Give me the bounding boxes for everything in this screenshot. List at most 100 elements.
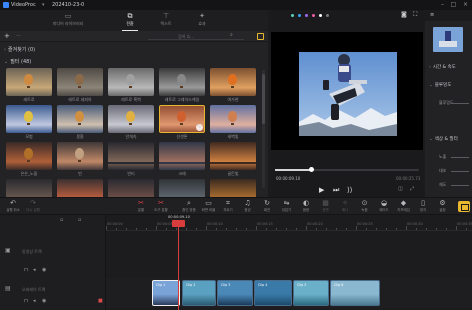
- minimize-button[interactable]: –: [438, 1, 447, 9]
- filter-tile[interactable]: [6, 105, 52, 133]
- filter-tile[interactable]: [6, 68, 52, 96]
- settings-button[interactable]: ⚙ 설정: [432, 199, 454, 213]
- skip-forward-button[interactable]: ⟩⟩: [347, 186, 352, 194]
- redo-icon: ↷: [30, 199, 36, 207]
- video-preview[interactable]: [271, 32, 423, 150]
- filter-tile[interactable]: [108, 105, 154, 133]
- color-dot-icon[interactable]: [326, 14, 329, 17]
- visibility-icon[interactable]: ◉: [42, 298, 46, 304]
- favorites-section[interactable]: › 즐겨찾기 (0): [4, 46, 35, 53]
- split-button[interactable]: ✂ 분할: [130, 199, 152, 213]
- undo-button[interactable]: ↶ 실행 취소: [2, 199, 24, 213]
- section-color-filter[interactable]: ⌄ 색상 & 필터: [429, 136, 458, 142]
- color-dot-icon[interactable]: [319, 14, 322, 17]
- visibility-icon[interactable]: ◉: [42, 267, 46, 273]
- tab-media-library[interactable]: ▭ 미디어 라이브러리: [50, 12, 86, 30]
- color-dot-icon[interactable]: [291, 14, 294, 17]
- filter-tile[interactable]: [57, 68, 103, 96]
- filter-tile[interactable]: ♡: [159, 105, 205, 133]
- section-time-speed[interactable]: › 시간 & 속도: [429, 64, 456, 70]
- chevron-down-icon: ⌄: [429, 83, 433, 88]
- camera-icon[interactable]: ◙: [401, 11, 407, 18]
- filter-tile[interactable]: [159, 68, 205, 96]
- folder-icon: ▭: [64, 12, 72, 20]
- ruler-tick: [436, 228, 437, 230]
- menu-chevron-icon[interactable]: ▾: [42, 2, 45, 8]
- search-icon[interactable]: ⌕: [230, 32, 233, 38]
- preview-scrubber[interactable]: [275, 169, 419, 171]
- project-name[interactable]: 202410-23-0: [52, 2, 84, 8]
- filter-label: 은은_노을: [20, 171, 38, 176]
- color-dot-icon[interactable]: [312, 14, 315, 17]
- timeline-clip[interactable]: Clip 2: [182, 280, 216, 306]
- more-button[interactable]: ···: [16, 32, 21, 41]
- label-contrast: 대조: [439, 168, 447, 173]
- clip-label: Clip 1: [156, 283, 166, 287]
- redo-button[interactable]: ↷ 다시 실행: [22, 199, 44, 213]
- video-track-label: 동영상 트랙: [22, 249, 42, 254]
- close-button[interactable]: ×: [461, 1, 470, 9]
- timeline-clip[interactable]: Clip 1: [152, 280, 180, 306]
- ruler-tick: [246, 228, 247, 230]
- ruler-tick: [206, 226, 207, 230]
- filter-label: 골든빛: [227, 171, 239, 176]
- lock-icon[interactable]: ⊓: [24, 267, 28, 273]
- timeline-ruler[interactable]: 00:00:00 00:00:05 00:00:10 00:00:15 00:00:20…: [106, 215, 472, 231]
- play-button[interactable]: ▶: [319, 186, 324, 194]
- tool-label: 실행 취소: [6, 208, 20, 212]
- timeline-clip[interactable]: Clip 3: [217, 280, 253, 306]
- lock-icon[interactable]: ⊓: [24, 298, 28, 304]
- playhead[interactable]: [178, 220, 179, 310]
- scrubber-knob[interactable]: [309, 167, 314, 172]
- filter-tile[interactable]: [210, 142, 256, 170]
- tab-transition[interactable]: ⧉ 전환: [112, 12, 148, 31]
- filters-section[interactable]: ⌄ 필터 (48): [4, 58, 31, 65]
- expand-icon[interactable]: ⤢: [410, 186, 414, 192]
- contrast-slider[interactable]: [451, 171, 469, 172]
- label-saturation: 채도: [439, 182, 447, 187]
- timeline-clip[interactable]: Clip 4: [254, 280, 292, 306]
- saturation-slider[interactable]: [451, 185, 469, 186]
- main-track[interactable]: Clip 1 Clip 2 Clip 3 Clip 4 Clip 5 Clip 6: [106, 278, 472, 308]
- skip-back-button[interactable]: ⏭: [333, 186, 339, 194]
- color-dot-icon[interactable]: [305, 14, 308, 17]
- filter-tile[interactable]: [57, 142, 103, 170]
- lock-icon[interactable]: ▫: [78, 217, 81, 223]
- adjust-icon[interactable]: ≡: [430, 12, 434, 18]
- tab-text[interactable]: ⊤ 텍스트: [148, 12, 184, 30]
- timeline-clip[interactable]: Clip 5: [293, 280, 329, 306]
- volume-icon[interactable]: ◂: [33, 298, 36, 304]
- volume-icon[interactable]: ◫: [398, 186, 403, 192]
- filter-tile[interactable]: [108, 68, 154, 96]
- balloon-image: [75, 111, 84, 125]
- filter-tile[interactable]: [210, 105, 256, 133]
- filter-tile[interactable]: [57, 105, 103, 133]
- filter-tile[interactable]: [210, 68, 256, 96]
- tab-effects[interactable]: ✦ 효과: [184, 12, 220, 30]
- favorite-icon[interactable]: ♡: [196, 124, 203, 131]
- blur-slider[interactable]: [451, 103, 469, 104]
- color-dot-icon[interactable]: [298, 14, 301, 17]
- panel-toggle-icon[interactable]: [257, 33, 264, 40]
- filter-tile[interactable]: [159, 142, 205, 170]
- ruler-tick: [276, 228, 277, 230]
- filter-tile[interactable]: [108, 142, 154, 170]
- lock-icon[interactable]: ▫: [60, 217, 63, 223]
- section-blur[interactable]: ⌄ 블루밍도: [429, 82, 451, 88]
- tool-split-button[interactable]: ✂ 도구 분할: [150, 199, 172, 213]
- maximize-button[interactable]: □: [449, 1, 458, 9]
- add-button[interactable]: +: [4, 32, 10, 41]
- exposure-slider[interactable]: [451, 157, 469, 158]
- filter-tile[interactable]: [6, 142, 52, 170]
- timeline-clip[interactable]: Clip 6: [330, 280, 380, 306]
- fullscreen-icon[interactable]: ⛶: [413, 11, 417, 19]
- export-button[interactable]: [458, 201, 470, 212]
- split-icon: ✂: [138, 199, 144, 207]
- total-time: 00:00:25.73: [396, 176, 421, 181]
- track-headers: ▫ ▫ ▣ 동영상 트랙 ⊓ ◂ ◉ ▤ 오버레이 트랙 ⊓ ◂ ◉ ■: [0, 215, 106, 310]
- scrollbar[interactable]: [262, 70, 265, 188]
- clip-thumbnail: [433, 27, 463, 52]
- delete-icon[interactable]: ■: [98, 298, 103, 304]
- ruler-tick: [106, 226, 107, 230]
- volume-icon[interactable]: ◂: [33, 267, 36, 273]
